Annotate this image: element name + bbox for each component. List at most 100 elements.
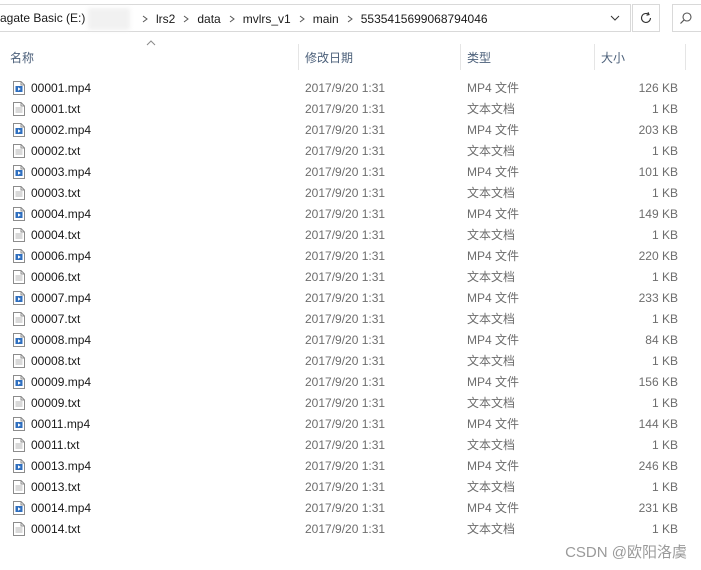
file-modified-date: 2017/9/20 1:31: [305, 311, 386, 326]
file-name: 00014.mp4: [31, 500, 92, 515]
chevron-right-icon[interactable]: [136, 5, 154, 33]
video-file-icon: [12, 245, 26, 266]
video-file-icon: [12, 77, 26, 98]
column-header-date-label: 修改日期: [305, 50, 354, 65]
file-row[interactable]: 00011.mp4 2017/9/20 1:31 MP4 文件 144 KB: [0, 413, 701, 434]
column-header-type[interactable]: 类型: [467, 44, 592, 70]
refresh-button[interactable]: [632, 4, 660, 32]
file-size: 1 KB: [651, 479, 678, 494]
text-file-icon: [12, 350, 26, 371]
text-file-icon: [12, 308, 26, 329]
file-type: MP4 文件: [467, 249, 520, 263]
text-file-icon: [12, 182, 26, 203]
file-modified-date: 2017/9/20 1:31: [305, 227, 386, 242]
file-list: 00001.mp4 2017/9/20 1:31 MP4 文件 126 KB 00001…: [0, 77, 701, 539]
search-input[interactable]: [672, 4, 701, 32]
column-header-date[interactable]: 修改日期: [305, 44, 458, 70]
chevron-right-icon[interactable]: [293, 5, 311, 33]
file-row[interactable]: 00007.mp4 2017/9/20 1:31 MP4 文件 233 KB: [0, 287, 701, 308]
file-row[interactable]: 00008.mp4 2017/9/20 1:31 MP4 文件 84 KB: [0, 329, 701, 350]
breadcrumb-item-lrs2[interactable]: lrs2: [154, 12, 177, 26]
file-modified-date: 2017/9/20 1:31: [305, 80, 386, 95]
file-modified-date: 2017/9/20 1:31: [305, 374, 386, 389]
file-size: 126 KB: [638, 80, 678, 95]
breadcrumb-drive[interactable]: agate Basic (E:): [0, 11, 85, 25]
file-row[interactable]: 00002.txt 2017/9/20 1:31 文本文档 1 KB: [0, 140, 701, 161]
file-size: 1 KB: [651, 395, 678, 410]
chevron-right-icon[interactable]: [341, 5, 359, 33]
file-modified-date: 2017/9/20 1:31: [305, 479, 386, 494]
breadcrumb-item-data[interactable]: data: [195, 12, 222, 26]
file-row[interactable]: 00002.mp4 2017/9/20 1:31 MP4 文件 203 KB: [0, 119, 701, 140]
breadcrumb-item-mvlrs-v1[interactable]: mvlrs_v1: [241, 12, 293, 26]
file-name: 00013.mp4: [31, 458, 92, 473]
text-file-icon: [12, 224, 26, 245]
column-header-size[interactable]: 大小: [601, 44, 685, 70]
address-bar[interactable]: agate Basic (E:) lrs2 data mvlrs_v1 main…: [0, 4, 631, 32]
file-type: 文本文档: [467, 354, 516, 368]
file-name: 00002.mp4: [31, 122, 92, 137]
video-file-icon: [12, 119, 26, 140]
column-header-name[interactable]: 名称: [10, 44, 298, 70]
file-row[interactable]: 00001.mp4 2017/9/20 1:31 MP4 文件 126 KB: [0, 77, 701, 98]
file-name: 00006.txt: [31, 269, 81, 284]
file-row[interactable]: 00011.txt 2017/9/20 1:31 文本文档 1 KB: [0, 434, 701, 455]
file-name: 00001.mp4: [31, 80, 92, 95]
file-size: 231 KB: [638, 500, 678, 515]
text-file-icon: [12, 140, 26, 161]
file-modified-date: 2017/9/20 1:31: [305, 437, 386, 452]
file-name: 00002.txt: [31, 143, 81, 158]
file-row[interactable]: 00006.txt 2017/9/20 1:31 文本文档 1 KB: [0, 266, 701, 287]
file-row[interactable]: 00014.mp4 2017/9/20 1:31 MP4 文件 231 KB: [0, 497, 701, 518]
file-row[interactable]: 00008.txt 2017/9/20 1:31 文本文档 1 KB: [0, 350, 701, 371]
file-row[interactable]: 00003.mp4 2017/9/20 1:31 MP4 文件 101 KB: [0, 161, 701, 182]
file-row[interactable]: 00013.mp4 2017/9/20 1:31 MP4 文件 246 KB: [0, 455, 701, 476]
breadcrumb-item-main[interactable]: main: [311, 12, 341, 26]
file-modified-date: 2017/9/20 1:31: [305, 353, 386, 368]
text-file-icon: [12, 266, 26, 287]
file-row[interactable]: 00009.txt 2017/9/20 1:31 文本文档 1 KB: [0, 392, 701, 413]
chevron-down-icon: [610, 15, 620, 21]
file-size: 233 KB: [638, 290, 678, 305]
file-row[interactable]: 00004.txt 2017/9/20 1:31 文本文档 1 KB: [0, 224, 701, 245]
file-name: 00008.mp4: [31, 332, 92, 347]
file-row[interactable]: 00003.txt 2017/9/20 1:31 文本文档 1 KB: [0, 182, 701, 203]
file-name: 00006.mp4: [31, 248, 92, 263]
column-header-size-label: 大小: [601, 50, 626, 65]
file-modified-date: 2017/9/20 1:31: [305, 290, 386, 305]
file-modified-date: 2017/9/20 1:31: [305, 416, 386, 431]
chevron-right-icon[interactable]: [223, 5, 241, 33]
column-divider[interactable]: [298, 44, 299, 70]
file-size: 1 KB: [651, 437, 678, 452]
file-type: MP4 文件: [467, 417, 520, 431]
file-row[interactable]: 00014.txt 2017/9/20 1:31 文本文档 1 KB: [0, 518, 701, 539]
column-divider[interactable]: [685, 44, 686, 70]
file-type: MP4 文件: [467, 165, 520, 179]
file-row[interactable]: 00006.mp4 2017/9/20 1:31 MP4 文件 220 KB: [0, 245, 701, 266]
breadcrumb-item-current-folder[interactable]: 5535415699068794046: [359, 12, 490, 26]
file-modified-date: 2017/9/20 1:31: [305, 332, 386, 347]
file-name: 00004.txt: [31, 227, 81, 242]
video-file-icon: [12, 203, 26, 224]
column-divider[interactable]: [594, 44, 595, 70]
file-row[interactable]: 00001.txt 2017/9/20 1:31 文本文档 1 KB: [0, 98, 701, 119]
chevron-right-icon[interactable]: [177, 5, 195, 33]
file-name: 00013.txt: [31, 479, 81, 494]
file-name: 00007.mp4: [31, 290, 92, 305]
video-file-icon: [12, 455, 26, 476]
file-row[interactable]: 00007.txt 2017/9/20 1:31 文本文档 1 KB: [0, 308, 701, 329]
column-header: 名称 修改日期 类型 大小: [0, 44, 701, 70]
file-name: 00008.txt: [31, 353, 81, 368]
file-size: 220 KB: [638, 248, 678, 263]
column-header-type-label: 类型: [467, 50, 492, 65]
file-type: 文本文档: [467, 396, 516, 410]
file-row[interactable]: 00009.mp4 2017/9/20 1:31 MP4 文件 156 KB: [0, 371, 701, 392]
file-row[interactable]: 00004.mp4 2017/9/20 1:31 MP4 文件 149 KB: [0, 203, 701, 224]
column-divider[interactable]: [460, 44, 461, 70]
file-name: 00003.mp4: [31, 164, 92, 179]
file-modified-date: 2017/9/20 1:31: [305, 122, 386, 137]
file-row[interactable]: 00013.txt 2017/9/20 1:31 文本文档 1 KB: [0, 476, 701, 497]
file-modified-date: 2017/9/20 1:31: [305, 206, 386, 221]
address-history-dropdown[interactable]: [601, 5, 629, 31]
file-modified-date: 2017/9/20 1:31: [305, 101, 386, 116]
